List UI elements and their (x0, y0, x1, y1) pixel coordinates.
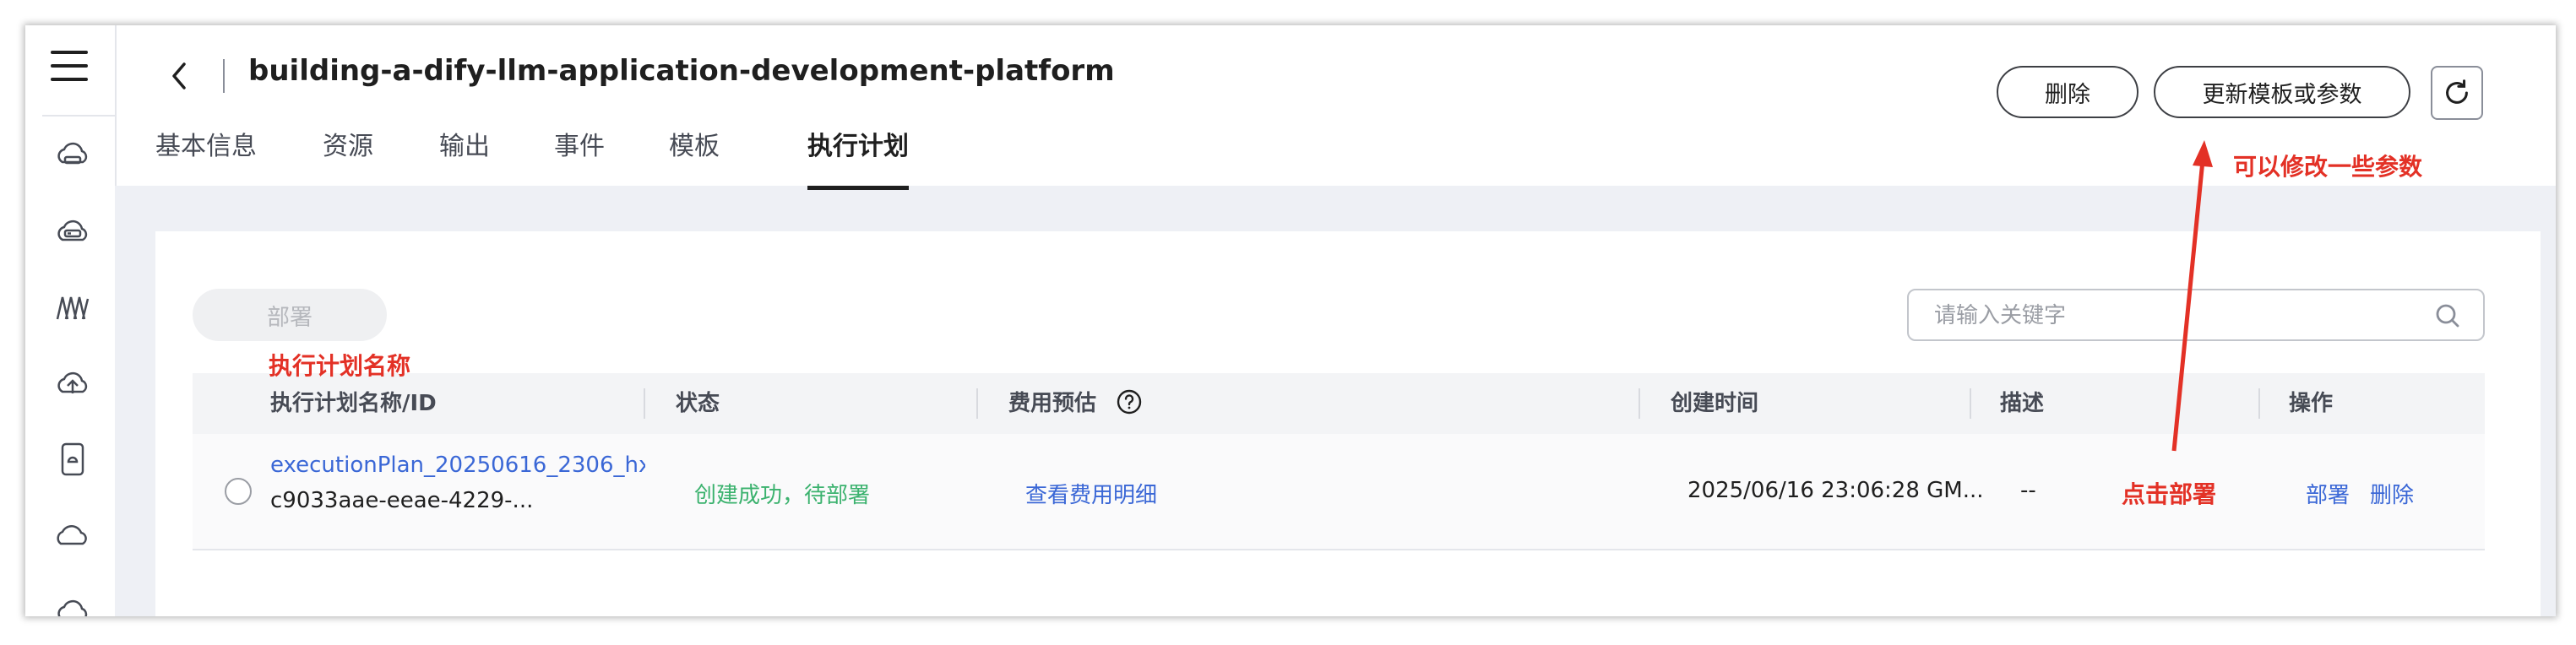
cloud-server-icon[interactable] (54, 137, 91, 174)
column-header-actions: 操作 (2289, 391, 2334, 416)
column-divider (1639, 388, 1640, 419)
tab-execution-plan[interactable]: 执行计划 (807, 125, 909, 190)
annotation-click-deploy: 点击部署 (2122, 480, 2217, 508)
column-header-cost: 费用预估 (1008, 373, 1143, 434)
update-template-button[interactable]: 更新模板或参数 (2154, 66, 2410, 118)
column-header-created: 创建时间 (1671, 391, 1759, 416)
column-header-cost-label: 费用预估 (1008, 391, 1097, 416)
refresh-button[interactable] (2431, 66, 2483, 120)
tab-outputs[interactable]: 输出 (439, 125, 490, 186)
sidebar-divider (42, 115, 115, 117)
search-box (1907, 289, 2485, 341)
title-divider (223, 59, 225, 93)
column-divider (2258, 388, 2260, 419)
tab-basic-info[interactable]: 基本信息 (155, 125, 257, 186)
cloud-partial-icon[interactable] (54, 593, 91, 616)
refresh-icon (2446, 79, 2468, 104)
column-header-status: 状态 (676, 391, 720, 416)
status-text: 创建成功，待部署 (694, 483, 871, 508)
description-value: -- (2020, 478, 2036, 503)
cloud-icon[interactable] (54, 517, 91, 554)
back-arrow-icon[interactable] (166, 59, 194, 93)
search-input[interactable] (1932, 290, 2409, 341)
column-divider (644, 388, 645, 419)
search-icon[interactable] (2434, 302, 2461, 329)
row-delete-link[interactable]: 删除 (2370, 478, 2414, 509)
delete-button[interactable]: 删除 (1997, 66, 2139, 118)
hamburger-menu-icon[interactable] (51, 49, 88, 83)
annotation-modify-params: 可以修改一些参数 (2233, 153, 2423, 181)
app-window: building-a-dify-llm-application-developm… (25, 25, 2556, 616)
row-deploy-link[interactable]: 部署 (2306, 478, 2350, 509)
view-cost-link[interactable]: 查看费用明细 (1025, 478, 1157, 509)
plan-id: c9033aae-eeae-4229-... (270, 488, 534, 513)
created-time: 2025/06/16 23:06:28 GM... (1687, 478, 1984, 503)
column-header-name: 执行计划名称/ID (270, 391, 437, 416)
tab-events[interactable]: 事件 (554, 125, 605, 186)
row-select-radio[interactable] (225, 478, 252, 505)
annotation-plan-name: 执行计划名称 (269, 352, 411, 380)
column-divider (976, 388, 978, 419)
help-icon[interactable] (1116, 388, 1143, 415)
column-divider (1970, 388, 1971, 419)
page-title: building-a-dify-llm-application-developm… (248, 54, 1115, 88)
cloud-upload-icon[interactable] (54, 365, 91, 402)
network-icon[interactable] (54, 289, 91, 326)
sidebar (25, 25, 117, 616)
plan-name-link[interactable]: executionPlan_20250616_2306_hxfc (270, 453, 645, 478)
column-header-description: 描述 (2000, 391, 2045, 416)
tab-templates[interactable]: 模板 (669, 125, 720, 186)
table-header: 执行计划名称/ID 状态 费用预估 创建时间 描述 操作 (193, 373, 2485, 434)
deploy-button[interactable]: 部署 (193, 289, 387, 341)
container-icon[interactable] (54, 441, 91, 478)
tab-resources[interactable]: 资源 (323, 125, 373, 186)
cloud-storage-icon[interactable] (54, 213, 91, 250)
